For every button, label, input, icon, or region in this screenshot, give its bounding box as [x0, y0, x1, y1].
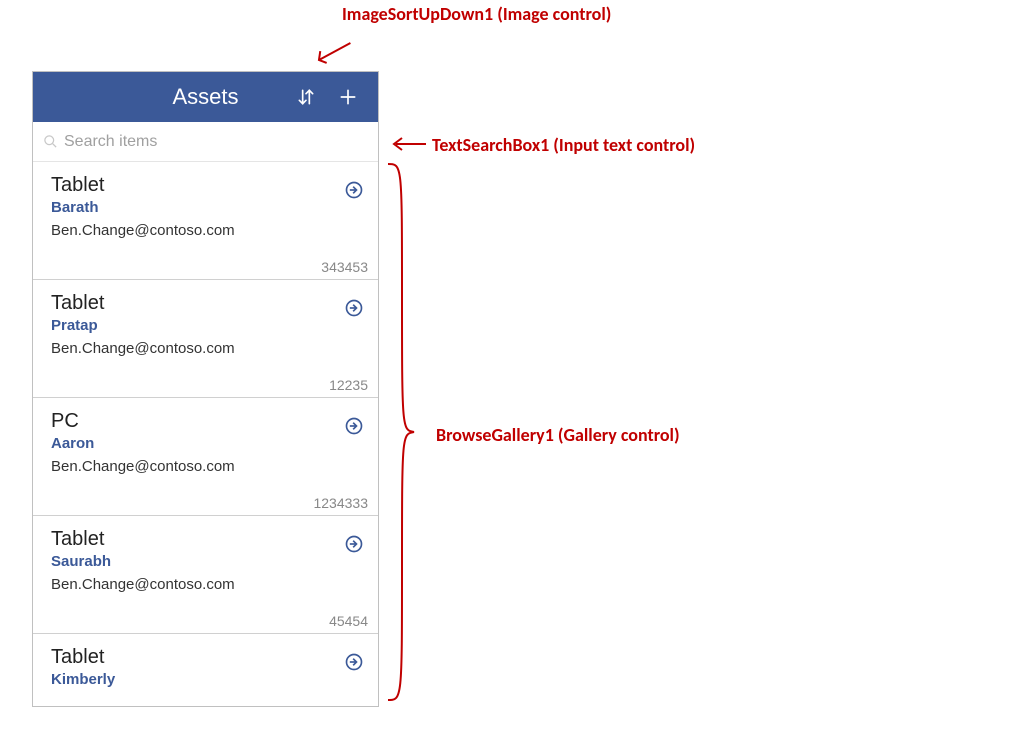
item-subtitle: Pratap	[51, 317, 366, 334]
item-subtitle: Barath	[51, 199, 366, 216]
next-arrow-icon[interactable]	[344, 534, 364, 554]
next-arrow-icon[interactable]	[344, 180, 364, 200]
item-number: 343453	[321, 259, 368, 275]
item-title: Tablet	[51, 174, 366, 197]
gallery-item[interactable]: Tablet Barath Ben.Change@contoso.com 343…	[33, 162, 378, 280]
gallery-item[interactable]: Tablet Saurabh Ben.Change@contoso.com 45…	[33, 516, 378, 634]
item-email: Ben.Change@contoso.com	[51, 340, 366, 357]
item-number: 45454	[329, 613, 368, 629]
search-icon	[43, 134, 58, 149]
item-title: Tablet	[51, 646, 366, 669]
search-input[interactable]	[64, 133, 368, 151]
annotation-gallery: BrowseGallery1 (Gallery control)	[436, 424, 680, 446]
item-title: PC	[51, 410, 366, 433]
gallery-item[interactable]: Tablet Kimberly	[33, 634, 378, 698]
item-title: Tablet	[51, 292, 366, 315]
item-number: 12235	[329, 377, 368, 393]
gallery-item[interactable]: PC Aaron Ben.Change@contoso.com 1234333	[33, 398, 378, 516]
next-arrow-icon[interactable]	[344, 652, 364, 672]
item-email: Ben.Change@contoso.com	[51, 458, 366, 475]
item-number: 1234333	[313, 495, 368, 511]
annotation-search: TextSearchBox1 (Input text control)	[432, 134, 695, 156]
next-arrow-icon[interactable]	[344, 298, 364, 318]
item-subtitle: Saurabh	[51, 553, 366, 570]
item-email: Ben.Change@contoso.com	[51, 576, 366, 593]
search-bar	[33, 122, 378, 162]
browse-gallery[interactable]: Tablet Barath Ben.Change@contoso.com 343…	[33, 162, 378, 706]
appbar-title: Assets	[172, 84, 238, 110]
annotation-gallery-brace	[384, 162, 418, 702]
annotation-sort: ImageSortUpDown1 (Image control)	[342, 3, 611, 25]
add-icon[interactable]	[336, 85, 360, 109]
item-title: Tablet	[51, 528, 366, 551]
gallery-item[interactable]: Tablet Pratap Ben.Change@contoso.com 122…	[33, 280, 378, 398]
phone-frame: Assets Tablet B	[32, 71, 379, 707]
annotation-search-arrow	[390, 134, 428, 160]
item-subtitle: Aaron	[51, 435, 366, 452]
next-arrow-icon[interactable]	[344, 416, 364, 436]
item-email: Ben.Change@contoso.com	[51, 222, 366, 239]
item-subtitle: Kimberly	[51, 671, 366, 688]
sort-updown-icon[interactable]	[294, 85, 318, 109]
